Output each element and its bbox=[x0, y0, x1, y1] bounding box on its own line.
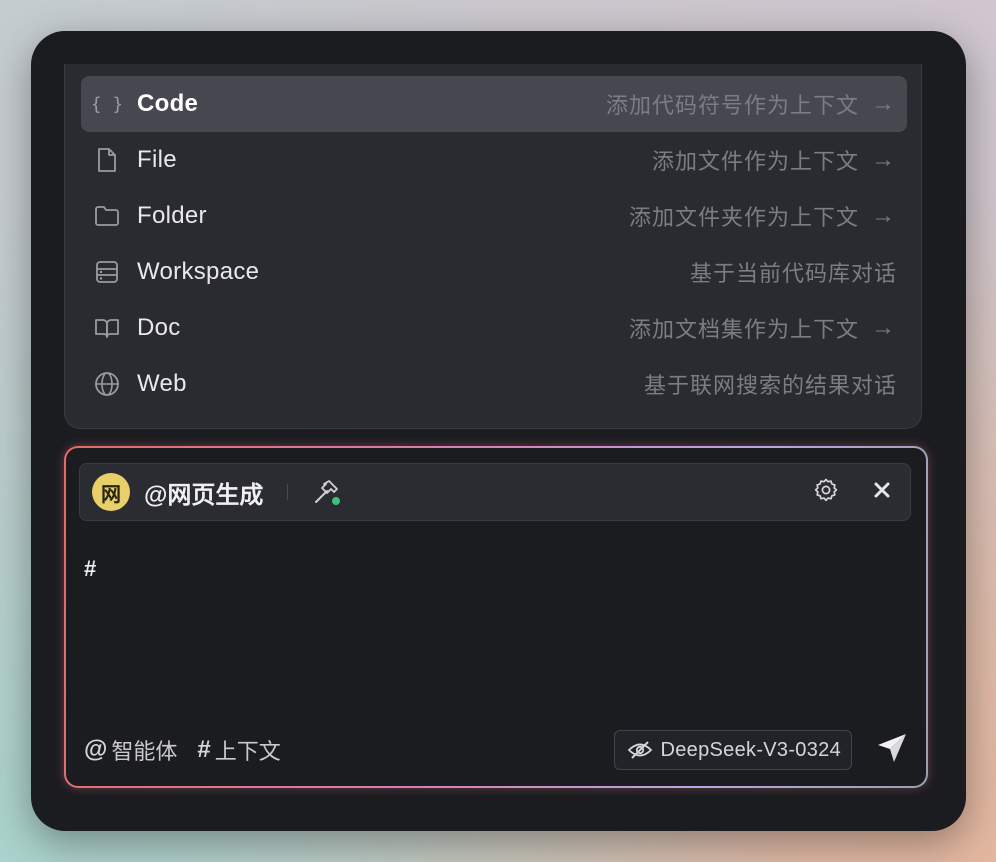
message-input[interactable]: # bbox=[84, 556, 96, 582]
menu-item-label: Workspace bbox=[137, 258, 260, 285]
menu-item-folder[interactable]: Folder 添加文件夹作为上下文 → bbox=[81, 188, 907, 244]
chat-input-panel: 网 @网页生成 # @ 智能体 # 上下文 DeepSeek-V3-0324 bbox=[64, 446, 928, 788]
agent-selector-label: 智能体 bbox=[111, 739, 178, 764]
agent-selector-button[interactable]: @ 智能体 bbox=[84, 734, 177, 766]
close-icon bbox=[873, 481, 891, 504]
context-menu: { } Code 添加代码符号作为上下文 → File 添加文件作为上下文 → … bbox=[64, 64, 922, 429]
send-icon bbox=[875, 731, 909, 770]
arrow-right-icon: → bbox=[871, 314, 895, 341]
menu-item-description: 添加代码符号作为上下文 bbox=[605, 93, 859, 118]
globe-icon bbox=[93, 370, 121, 398]
context-selector-label: 上下文 bbox=[214, 739, 281, 764]
chat-input-box[interactable]: 网 @网页生成 # @ 智能体 # 上下文 DeepSeek-V3-0324 bbox=[66, 448, 926, 786]
arrow-right-icon: → bbox=[871, 202, 895, 229]
model-name: DeepSeek-V3-0324 bbox=[660, 738, 841, 761]
input-footer: @ 智能体 # 上下文 DeepSeek-V3-0324 bbox=[84, 730, 910, 770]
settings-button[interactable] bbox=[810, 476, 842, 508]
menu-item-doc[interactable]: Doc 添加文档集作为上下文 → bbox=[81, 300, 907, 356]
at-icon: @ bbox=[84, 736, 108, 763]
agent-bar: 网 @网页生成 bbox=[79, 463, 911, 521]
arrow-right-icon: → bbox=[871, 90, 895, 117]
context-selector-button[interactable]: # 上下文 bbox=[197, 734, 280, 766]
send-button[interactable] bbox=[874, 732, 910, 768]
folder-icon bbox=[93, 202, 121, 230]
gear-icon bbox=[813, 477, 839, 508]
menu-item-code[interactable]: { } Code 添加代码符号作为上下文 → bbox=[81, 76, 907, 132]
menu-item-label: Web bbox=[137, 370, 187, 397]
eye-slash-icon bbox=[627, 740, 653, 760]
divider bbox=[287, 484, 289, 500]
agent-name: @网页生成 bbox=[144, 481, 264, 509]
braces-icon: { } bbox=[93, 90, 121, 118]
menu-item-label: Doc bbox=[137, 314, 181, 341]
menu-item-label: Folder bbox=[137, 202, 207, 229]
menu-item-label: Code bbox=[137, 90, 199, 117]
close-button[interactable] bbox=[866, 476, 898, 508]
menu-item-description: 添加文件夹作为上下文 bbox=[628, 205, 859, 230]
menu-item-web[interactable]: Web 基于联网搜索的结果对话 bbox=[81, 356, 907, 412]
book-icon bbox=[93, 314, 121, 342]
menu-item-description: 基于当前代码库对话 bbox=[689, 261, 897, 286]
menu-item-description: 基于联网搜索的结果对话 bbox=[643, 373, 897, 398]
agent-avatar: 网 bbox=[92, 473, 130, 511]
model-selector[interactable]: DeepSeek-V3-0324 bbox=[613, 730, 852, 770]
menu-item-label: File bbox=[137, 146, 177, 173]
file-icon bbox=[93, 146, 121, 174]
menu-item-description: 添加文档集作为上下文 bbox=[628, 317, 859, 342]
svg-text:{ }: { } bbox=[93, 94, 121, 115]
hammer-icon[interactable] bbox=[312, 478, 341, 506]
arrow-right-icon: → bbox=[871, 146, 895, 173]
hash-icon: # bbox=[197, 736, 211, 763]
database-icon bbox=[93, 258, 121, 286]
menu-item-file[interactable]: File 添加文件作为上下文 → bbox=[81, 132, 907, 188]
menu-item-workspace[interactable]: Workspace 基于当前代码库对话 bbox=[81, 244, 907, 300]
menu-item-description: 添加文件作为上下文 bbox=[651, 149, 859, 174]
